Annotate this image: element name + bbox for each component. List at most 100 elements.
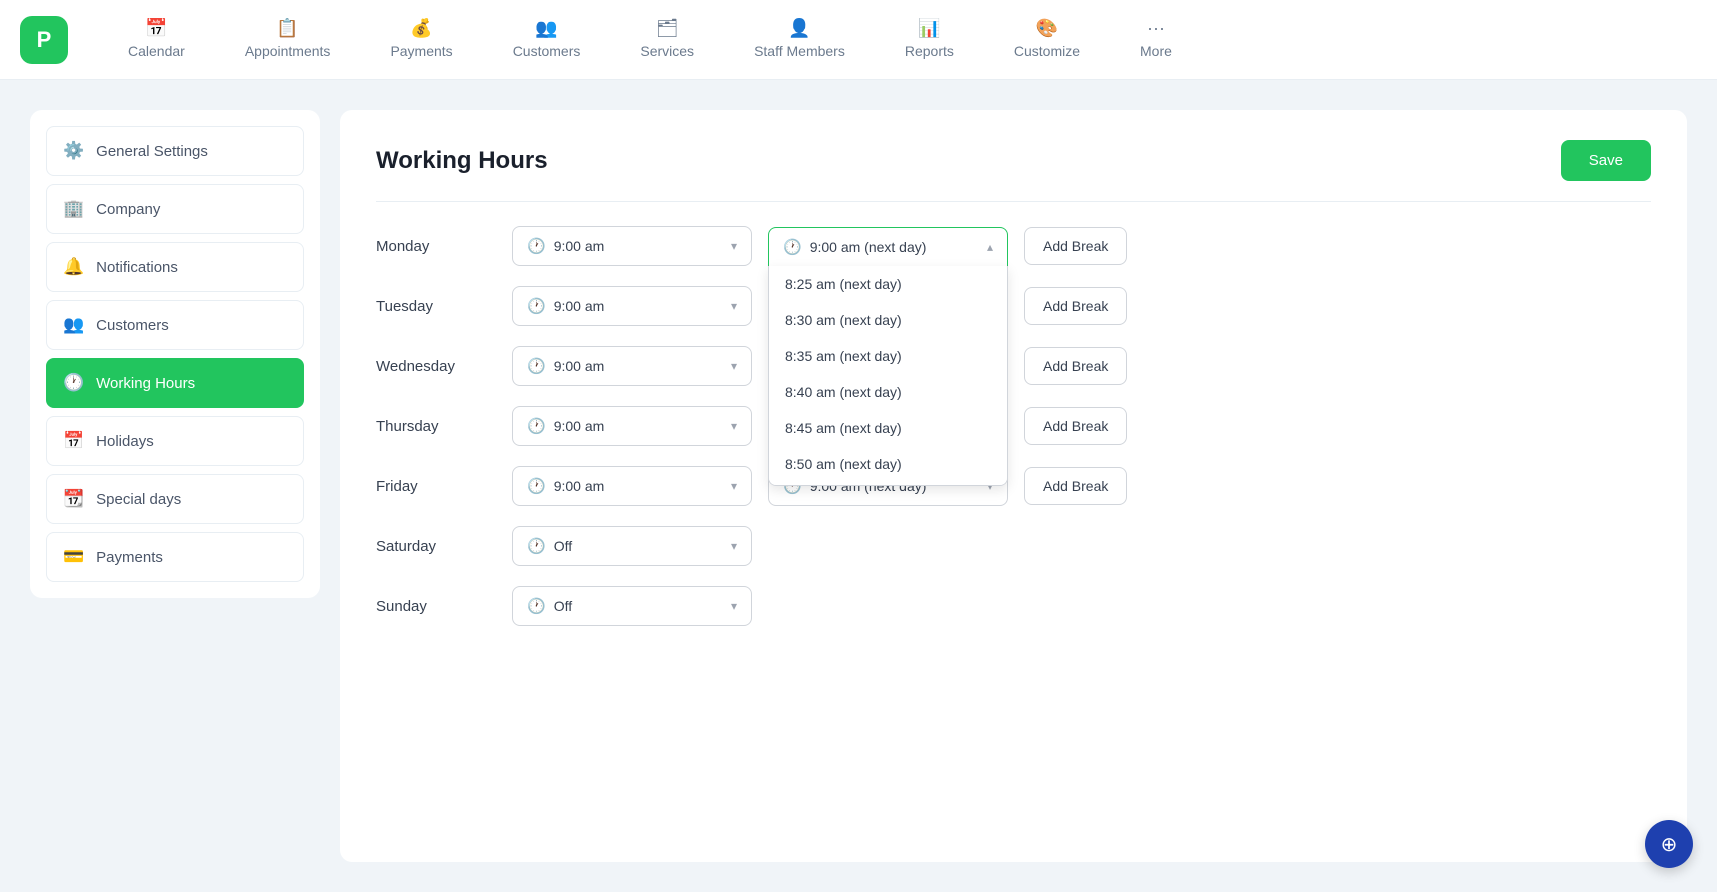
dropdown-option-845[interactable]: 8:45 am (next day) bbox=[769, 410, 1007, 446]
dropdown-option-label-845: 8:45 am (next day) bbox=[785, 420, 902, 436]
dropdown-option-830[interactable]: 8:30 am (next day) bbox=[769, 302, 1007, 338]
services-nav-label: Services bbox=[640, 43, 694, 59]
customize-nav-icon: 🎨 bbox=[1036, 18, 1058, 39]
caret-down-start-saturday: ▾ bbox=[731, 539, 737, 553]
start-time-val-saturday: Off bbox=[554, 538, 731, 554]
sidebar-item-working-hours[interactable]: 🕐Working Hours bbox=[46, 358, 304, 408]
save-button[interactable]: Save bbox=[1561, 140, 1651, 181]
schedule-row-wednesday: Wednesday🕐9:00 am▾🕐9:00 am (next day)▾Ad… bbox=[376, 346, 1651, 386]
day-label-monday: Monday bbox=[376, 238, 496, 255]
sidebar-item-payments[interactable]: 💳 Payments bbox=[46, 532, 304, 582]
schedule-row-tuesday: Tuesday🕐9:00 am▾🕐9:00 am (next day)▾Add … bbox=[376, 286, 1651, 326]
app-logo[interactable]: P bbox=[20, 16, 68, 64]
nav-item-services[interactable]: 🗂 Services bbox=[610, 8, 724, 71]
caret-down-start-thursday: ▾ bbox=[731, 419, 737, 433]
general-settings-sidebar-label: General Settings bbox=[96, 143, 208, 160]
schedule-row-thursday: Thursday🕐9:00 am▾🕐9:00 am (next day)▾Add… bbox=[376, 406, 1651, 446]
start-time-tuesday[interactable]: 🕐9:00 am▾ bbox=[512, 286, 752, 326]
dropdown-option-label-830: 8:30 am (next day) bbox=[785, 312, 902, 328]
nav-item-more[interactable]: ···More bbox=[1110, 8, 1202, 71]
nav-item-staff-members[interactable]: 👤 Staff Members bbox=[724, 8, 875, 71]
content-area: Working Hours Save Monday🕐9:00 am▾🕐9:00 … bbox=[340, 110, 1687, 862]
nav-item-calendar[interactable]: 📅Calendar bbox=[98, 8, 215, 71]
schedule-row-monday: Monday🕐9:00 am▾🕐9:00 am (next day)▴▾8:25… bbox=[376, 226, 1651, 266]
sidebar: ⚙️ General Settings 🏢Company 🔔Notifications… bbox=[30, 110, 320, 598]
page-title: Working Hours bbox=[376, 147, 548, 175]
general-settings-sidebar-icon: ⚙️ bbox=[63, 141, 84, 161]
dropdown-option-label-825: 8:25 am (next day) bbox=[785, 276, 902, 292]
nav-item-appointments[interactable]: 📋Appointments bbox=[215, 8, 361, 71]
start-time-friday[interactable]: 🕐9:00 am▾ bbox=[512, 466, 752, 506]
start-time-wednesday[interactable]: 🕐9:00 am▾ bbox=[512, 346, 752, 386]
clock-icon-end-monday: 🕐 bbox=[783, 238, 802, 256]
start-time-val-tuesday: 9:00 am bbox=[554, 298, 731, 314]
sidebar-item-special-days[interactable]: 📆Special days bbox=[46, 474, 304, 524]
sidebar-item-customers[interactable]: 👥Customers bbox=[46, 300, 304, 350]
logo-icon: P bbox=[37, 27, 52, 53]
clock-icon-start-sunday: 🕐 bbox=[527, 597, 546, 615]
payments-sidebar-label: Payments bbox=[96, 549, 163, 566]
start-time-val-monday: 9:00 am bbox=[554, 238, 731, 254]
schedule-container: Monday🕐9:00 am▾🕐9:00 am (next day)▴▾8:25… bbox=[376, 226, 1651, 626]
customers-sidebar-label: Customers bbox=[96, 317, 169, 334]
customers-nav-label: Customers bbox=[513, 43, 581, 59]
start-time-thursday[interactable]: 🕐9:00 am▾ bbox=[512, 406, 752, 446]
nav-item-payments[interactable]: 💰Payments bbox=[360, 8, 482, 71]
add-break-tuesday[interactable]: Add Break bbox=[1024, 287, 1127, 325]
caret-down-start-sunday: ▾ bbox=[731, 599, 737, 613]
services-nav-icon: 🗂 bbox=[656, 18, 679, 39]
start-time-sunday[interactable]: 🕐 Off▾ bbox=[512, 586, 752, 626]
end-time-monday[interactable]: 🕐9:00 am (next day)▴▾ bbox=[768, 227, 1008, 266]
staff-members-nav-label: Staff Members bbox=[754, 43, 845, 59]
clock-icon-start-monday: 🕐 bbox=[527, 237, 546, 255]
day-label-tuesday: Tuesday bbox=[376, 298, 496, 315]
start-time-monday[interactable]: 🕐9:00 am▾ bbox=[512, 226, 752, 266]
nav-item-customize[interactable]: 🎨 Customize bbox=[984, 8, 1110, 71]
nav-item-customers[interactable]: 👥 Customers bbox=[483, 8, 611, 71]
dropdown-option-840[interactable]: 8:40 am (next day) bbox=[769, 374, 1007, 410]
dropdown-option-825[interactable]: 8:25 am (next day) bbox=[769, 266, 1007, 302]
reports-nav-icon: 📊 bbox=[918, 18, 940, 39]
working-hours-sidebar-label: Working Hours bbox=[96, 375, 195, 392]
caret-up-monday: ▴ bbox=[987, 240, 993, 254]
customize-nav-label: Customize bbox=[1014, 43, 1080, 59]
main-container: ⚙️ General Settings 🏢Company 🔔Notifications… bbox=[0, 80, 1717, 892]
sidebar-item-notifications[interactable]: 🔔Notifications bbox=[46, 242, 304, 292]
nav-items: 📅Calendar📋Appointments💰Payments 👥 Customer… bbox=[98, 8, 1697, 71]
day-label-thursday: Thursday bbox=[376, 418, 496, 435]
reports-nav-label: Reports bbox=[905, 43, 954, 59]
add-break-thursday[interactable]: Add Break bbox=[1024, 407, 1127, 445]
help-button[interactable]: ⊕ bbox=[1645, 820, 1693, 868]
dropdown-option-label-850: 8:50 am (next day) bbox=[785, 456, 902, 472]
day-label-sunday: Sunday bbox=[376, 598, 496, 615]
sidebar-item-holidays[interactable]: 📅Holidays bbox=[46, 416, 304, 466]
caret-down-start-friday: ▾ bbox=[731, 479, 737, 493]
more-nav-label: More bbox=[1140, 43, 1172, 59]
staff-members-nav-icon: 👤 bbox=[788, 18, 810, 39]
start-time-saturday[interactable]: 🕐Off▾ bbox=[512, 526, 752, 566]
start-time-val-sunday: Off bbox=[554, 598, 731, 614]
content-header: Working Hours Save bbox=[376, 140, 1651, 202]
sidebar-item-general-settings[interactable]: ⚙️ General Settings bbox=[46, 126, 304, 176]
top-navigation: P 📅Calendar📋Appointments💰Payments 👥 Custom… bbox=[0, 0, 1717, 80]
customers-nav-icon: 👥 bbox=[535, 18, 557, 39]
add-break-friday[interactable]: Add Break bbox=[1024, 467, 1127, 505]
end-time-val-monday: 9:00 am (next day) bbox=[810, 239, 987, 255]
add-break-wednesday[interactable]: Add Break bbox=[1024, 347, 1127, 385]
start-time-val-wednesday: 9:00 am bbox=[554, 358, 731, 374]
dropdown-menu-monday: 8:25 am (next day) 8:30 am (next day) 8:35… bbox=[768, 266, 1008, 486]
end-time-dropdown-monday: 🕐9:00 am (next day)▴▾8:25 am (next day)8… bbox=[768, 227, 1008, 266]
schedule-row-saturday: Saturday🕐Off▾ bbox=[376, 526, 1651, 566]
sidebar-item-company[interactable]: 🏢Company bbox=[46, 184, 304, 234]
notifications-sidebar-label: Notifications bbox=[96, 259, 178, 276]
schedule-row-sunday: Sunday 🕐 Off▾ bbox=[376, 586, 1651, 626]
dropdown-option-855[interactable]: 8:55 am (next day) bbox=[769, 482, 1007, 486]
start-time-val-friday: 9:00 am bbox=[554, 478, 731, 494]
holidays-sidebar-label: Holidays bbox=[96, 433, 154, 450]
payments-sidebar-icon: 💳 bbox=[63, 547, 84, 567]
dropdown-option-label-840: 8:40 am (next day) bbox=[785, 384, 902, 400]
dropdown-option-850[interactable]: 8:50 am (next day) bbox=[769, 446, 1007, 482]
dropdown-option-835[interactable]: 8:35 am (next day) bbox=[769, 338, 1007, 374]
add-break-monday[interactable]: Add Break bbox=[1024, 227, 1127, 265]
nav-item-reports[interactable]: 📊 Reports bbox=[875, 8, 984, 71]
